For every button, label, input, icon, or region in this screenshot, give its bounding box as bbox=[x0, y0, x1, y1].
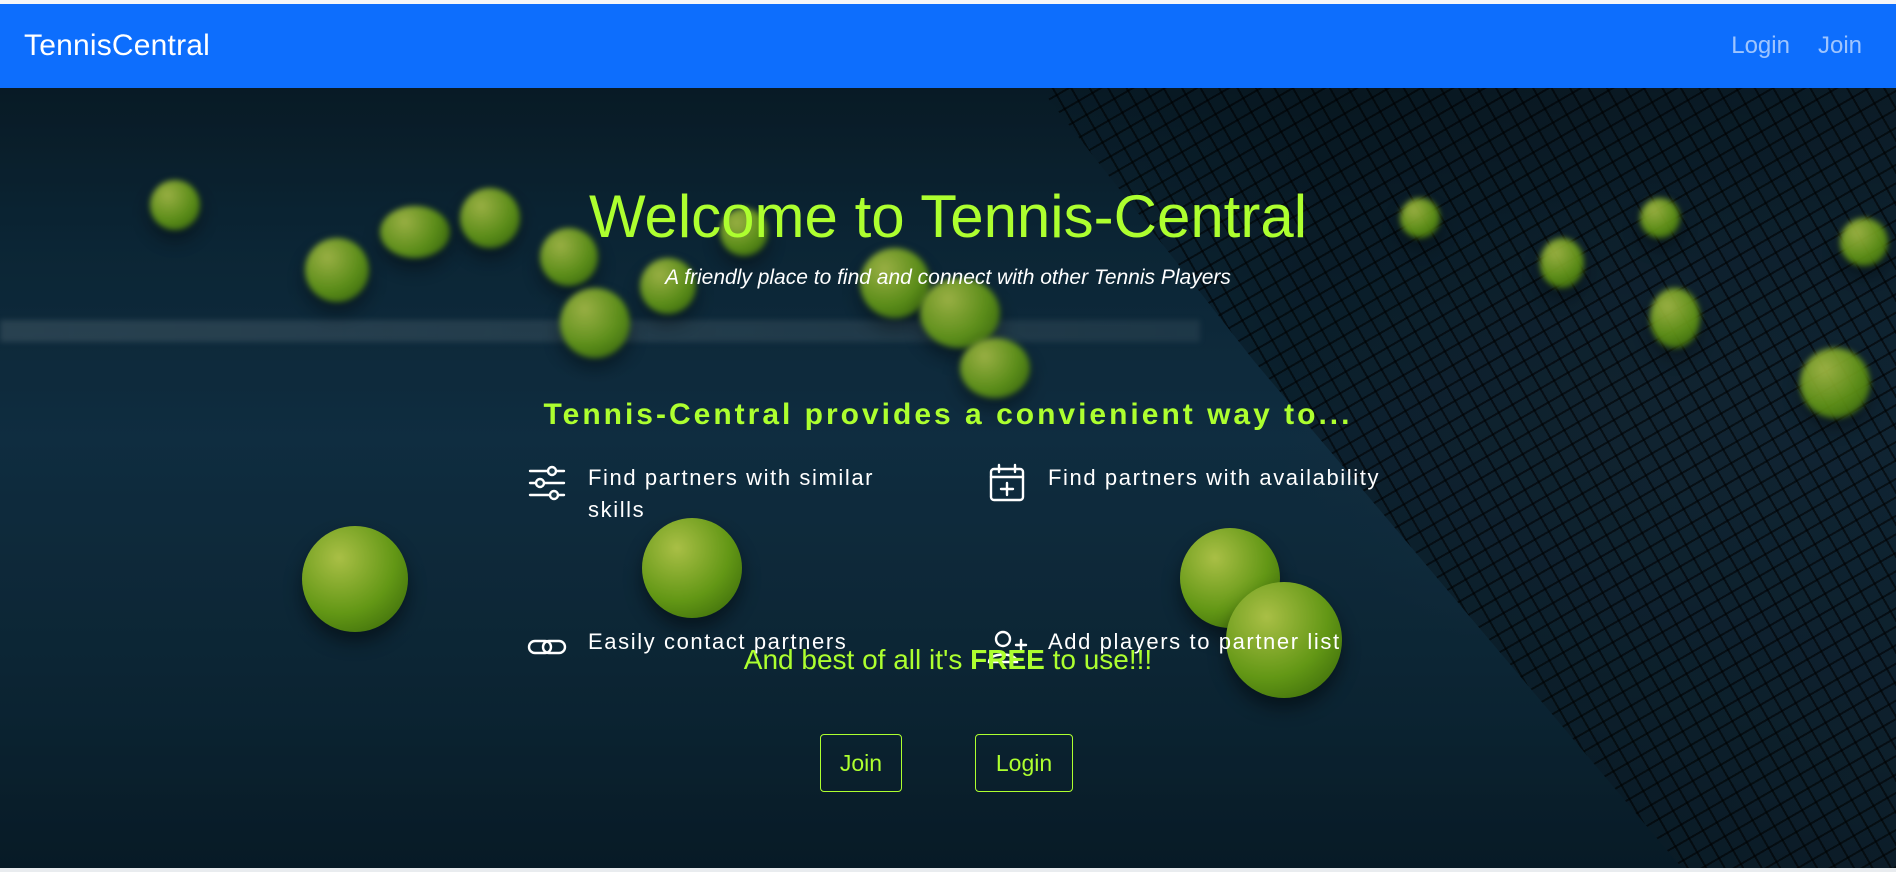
nav-login-link[interactable]: Login bbox=[1731, 32, 1790, 60]
free-message-prefix: And best of all it's bbox=[743, 644, 963, 675]
calendar-plus-icon bbox=[986, 462, 1028, 504]
navbar: TennisCentral Login Join bbox=[0, 4, 1896, 88]
login-button[interactable]: Login bbox=[975, 734, 1073, 792]
hero-section: Welcome to Tennis-Central A friendly pla… bbox=[0, 88, 1896, 868]
window-bottom-edge bbox=[0, 868, 1896, 872]
nav-join-link[interactable]: Join bbox=[1818, 32, 1862, 60]
feature-label: Find partners with similar skills bbox=[588, 465, 875, 522]
sliders-icon bbox=[526, 462, 568, 504]
free-message-suffix: to use!!! bbox=[1052, 644, 1153, 675]
free-message-emphasis: FREE bbox=[970, 644, 1045, 675]
join-button[interactable]: Join bbox=[820, 734, 902, 792]
page-subtitle: A friendly place to find and connect wit… bbox=[665, 266, 1231, 289]
feature-item: Find partners with availability bbox=[986, 462, 1426, 504]
feature-label: Find partners with availability bbox=[1048, 465, 1381, 490]
brand-link[interactable]: TennisCentral bbox=[24, 29, 210, 63]
free-message: And best of all it's FREE to use!!! bbox=[0, 644, 1896, 676]
page-title: Welcome to Tennis-Central bbox=[588, 183, 1308, 250]
nav-links: Login Join bbox=[1731, 32, 1862, 60]
features-heading: Tennis-Central provides a convienient wa… bbox=[543, 398, 1353, 431]
feature-item: Find partners with similar skills bbox=[526, 462, 936, 526]
